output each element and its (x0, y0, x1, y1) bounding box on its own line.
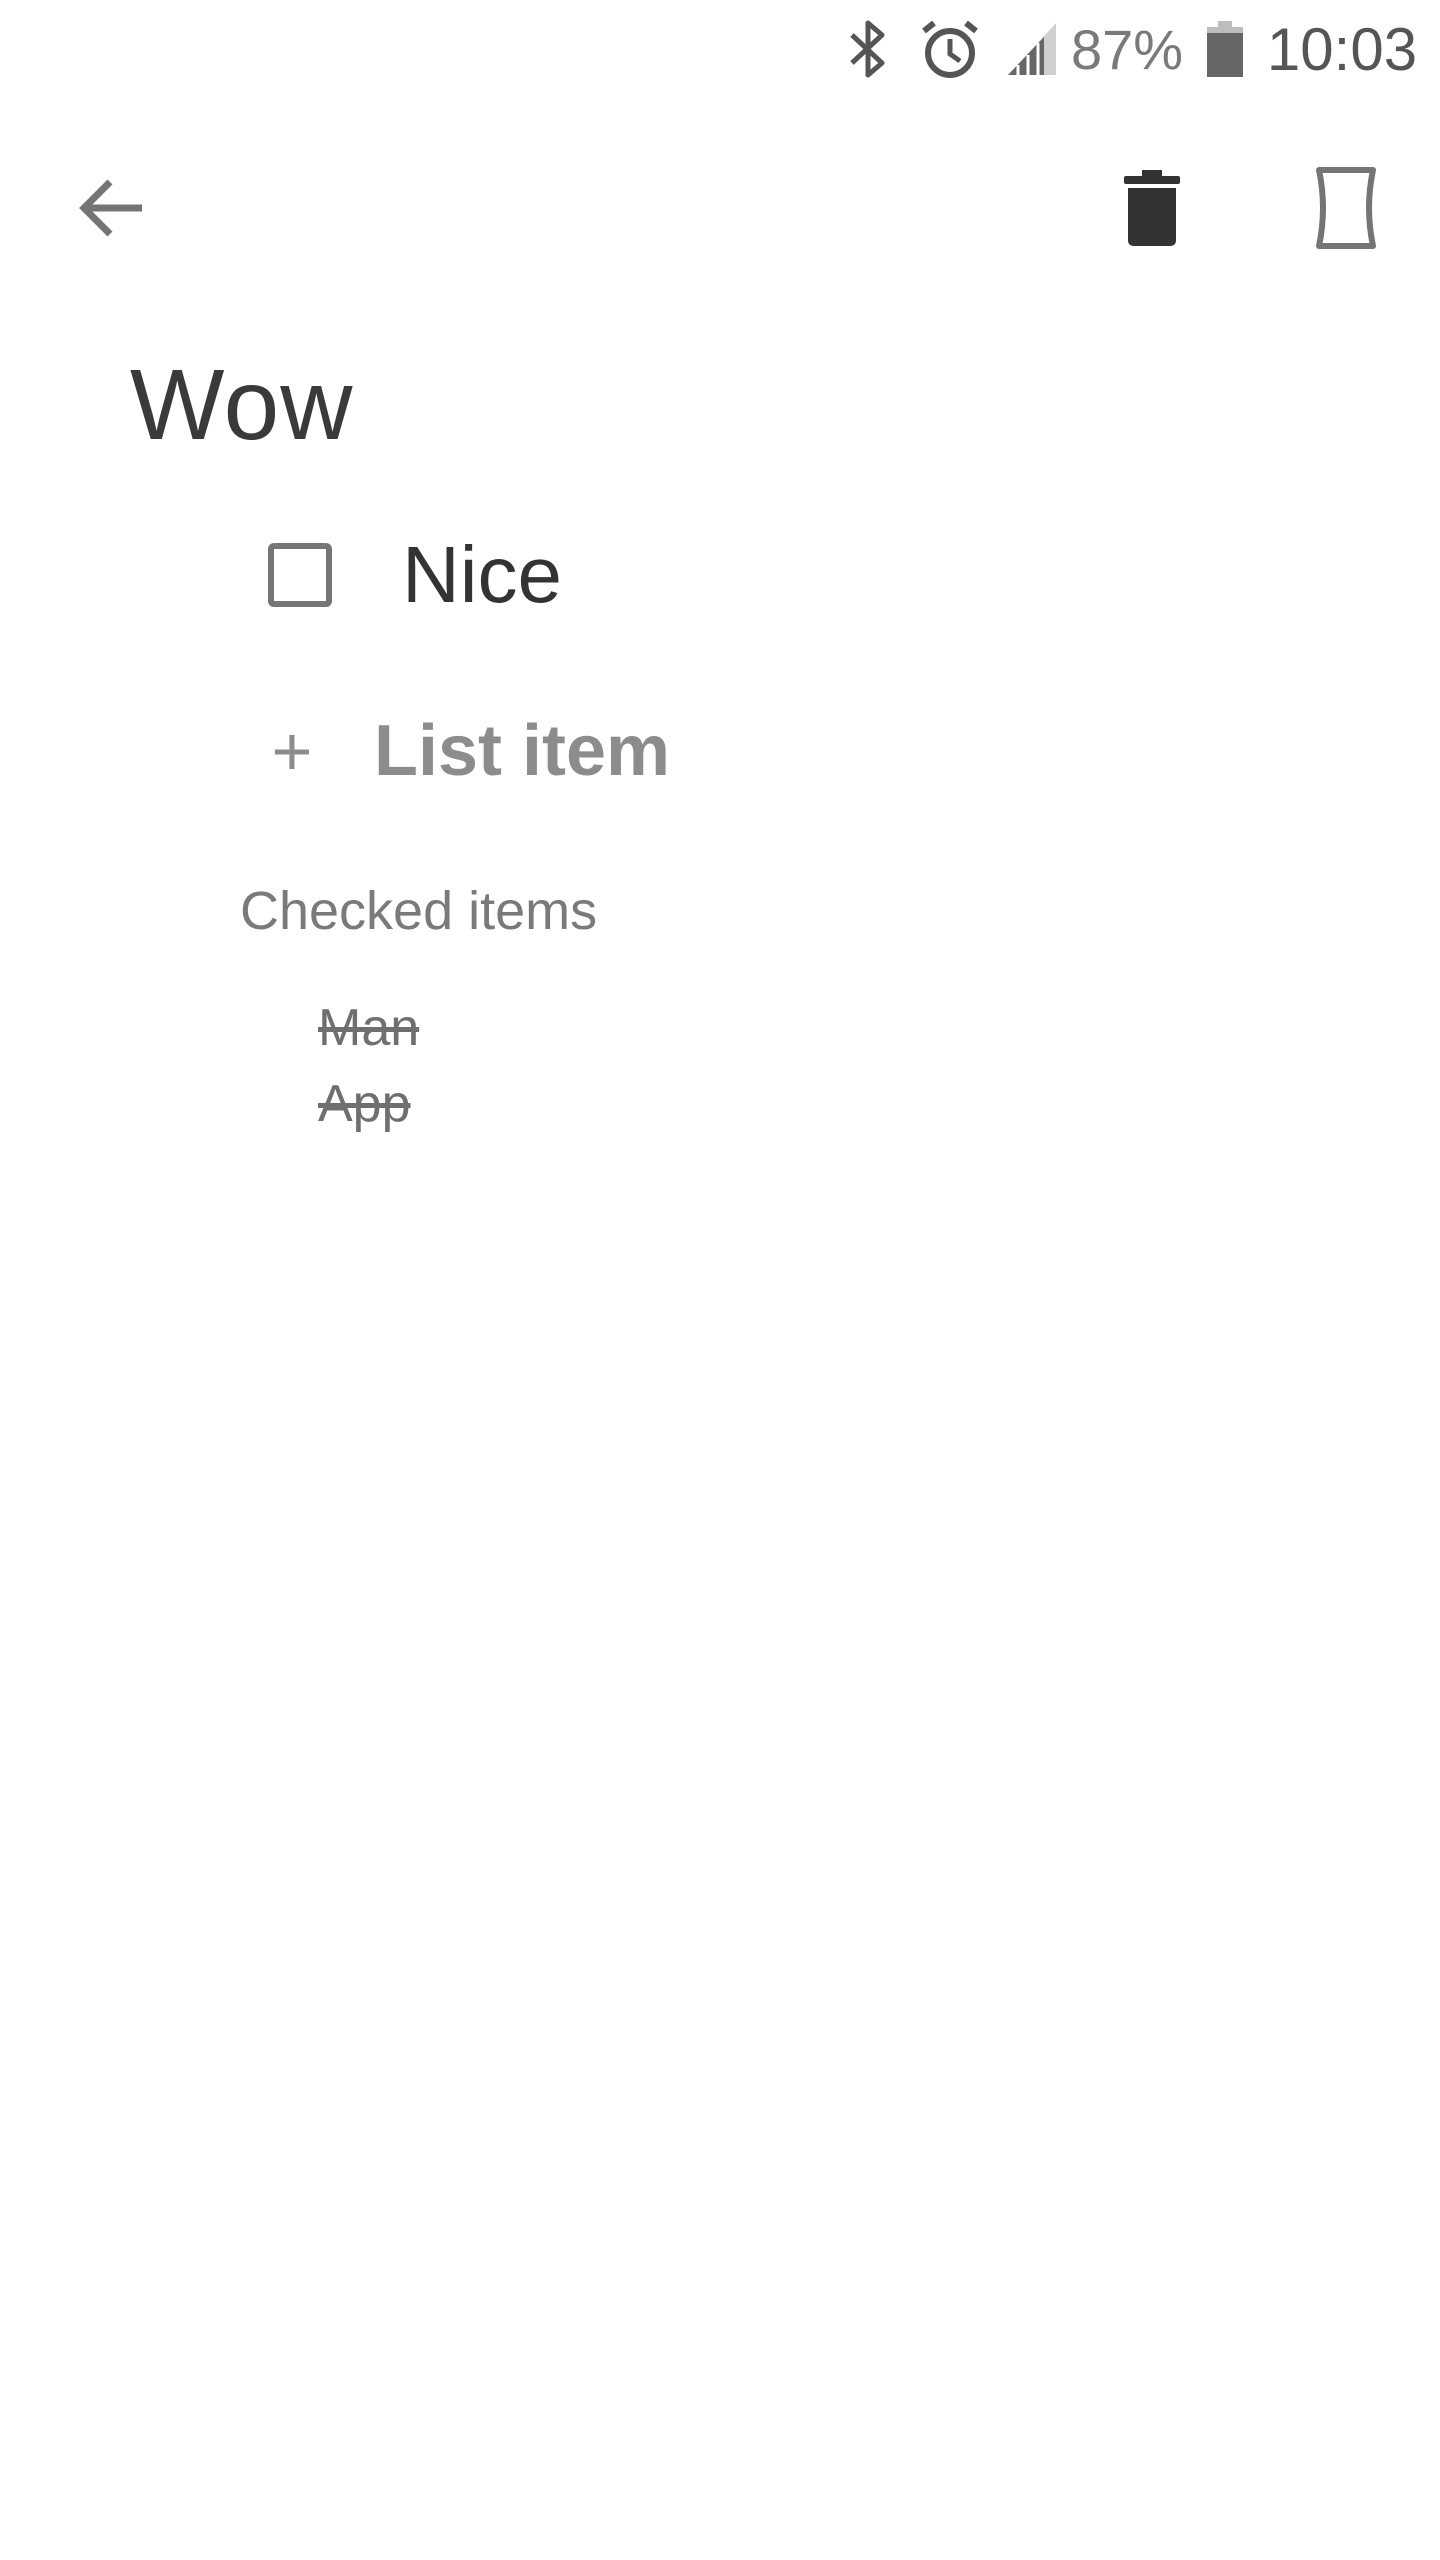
trash-icon (1124, 170, 1180, 246)
checked-items-list: Man App (318, 990, 419, 1142)
cast-button[interactable] (1286, 148, 1406, 268)
signal-icon (1002, 14, 1062, 84)
list-item-text[interactable]: Nice (402, 529, 562, 621)
plus-icon: + (271, 712, 313, 790)
note-title[interactable]: Wow (130, 355, 353, 455)
back-arrow-icon (79, 179, 142, 237)
add-list-item-button[interactable]: + List item (252, 696, 671, 806)
bluetooth-icon (838, 14, 898, 84)
checked-list-item[interactable]: Man (318, 990, 419, 1066)
status-bar: 87% 10:03 (0, 0, 1440, 100)
checkbox[interactable] (268, 543, 332, 607)
clock: 10:03 (1266, 15, 1418, 83)
list-item[interactable]: Nice (240, 520, 562, 630)
add-list-item-label: List item (374, 711, 671, 791)
cast-icon (1316, 167, 1376, 249)
checked-list-item[interactable]: App (318, 1066, 419, 1142)
alarm-icon (915, 14, 985, 84)
battery-icon (1200, 14, 1250, 84)
battery-percent: 87% (1070, 17, 1184, 81)
back-button[interactable] (52, 148, 172, 268)
delete-button[interactable] (1092, 148, 1212, 268)
checked-items-header[interactable]: Checked items (240, 880, 597, 942)
note-toolbar (0, 100, 1440, 320)
